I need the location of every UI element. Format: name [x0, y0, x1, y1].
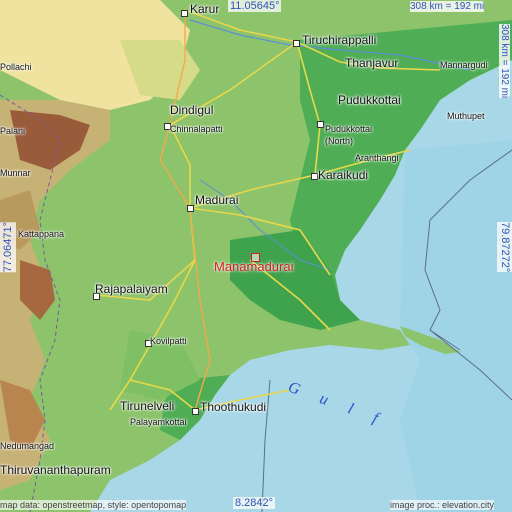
city-label: Muthupet	[447, 111, 485, 121]
city-label: Pollachi	[0, 62, 32, 72]
attribution-left: map data: openstreetmap, style: opentopo…	[0, 500, 187, 510]
city-label: Thiruvananthapuram	[0, 463, 111, 477]
city-label: Palani	[0, 126, 26, 136]
city-label: Karaikudi	[318, 168, 369, 182]
right-longitude-label: 79.87272°	[497, 222, 512, 273]
city-label: Kattappana	[18, 229, 65, 239]
city-label: Munnar	[0, 168, 31, 178]
city-label: Thoothukudi	[200, 400, 267, 414]
bottom-latitude-label: 8.2842°	[233, 497, 276, 509]
city-dot	[293, 40, 300, 47]
city-label: Nedumangad	[0, 441, 55, 451]
city-label: Pudukkottai	[338, 93, 401, 107]
city-label: Pudukkottai	[325, 124, 373, 134]
city-label: Thanjavur	[345, 56, 399, 70]
city-label: Tiruchirappalli	[302, 33, 377, 47]
city-dot	[311, 173, 318, 180]
city-label: Dindigul	[170, 103, 214, 117]
city-label: Karur	[190, 2, 220, 16]
city-label: Kovilpatti	[150, 336, 187, 346]
top-latitude-label: 11.05645°	[228, 0, 282, 12]
horizontal-scale: 308 km = 192 mi	[410, 1, 485, 12]
city-label: Palayamkottai	[130, 417, 187, 427]
city-dot	[187, 205, 194, 212]
city-label: Aranthangi	[355, 153, 399, 163]
city-dot	[192, 408, 199, 415]
city-dot	[317, 121, 324, 128]
city-label: Chinnalapatti	[170, 124, 223, 134]
left-longitude-label: 77.06471°	[0, 222, 16, 273]
city-label: Tirunelveli	[120, 399, 175, 413]
vertical-scale: 308 km = 192 mi	[499, 24, 510, 99]
city-label: Rajapalaiyam	[95, 282, 168, 296]
city-dot	[181, 10, 188, 17]
target-city-label[interactable]: Manamadurai	[214, 259, 294, 274]
city-label: Madurai	[195, 193, 239, 207]
city-label: (North)	[325, 136, 354, 146]
map-view[interactable]: 11.05645° 8.2842° 77.06471° 79.87272° 30…	[0, 0, 512, 512]
attribution-right: image proc.: elevation.city	[390, 500, 495, 510]
city-label: Mannargudi	[440, 60, 488, 70]
